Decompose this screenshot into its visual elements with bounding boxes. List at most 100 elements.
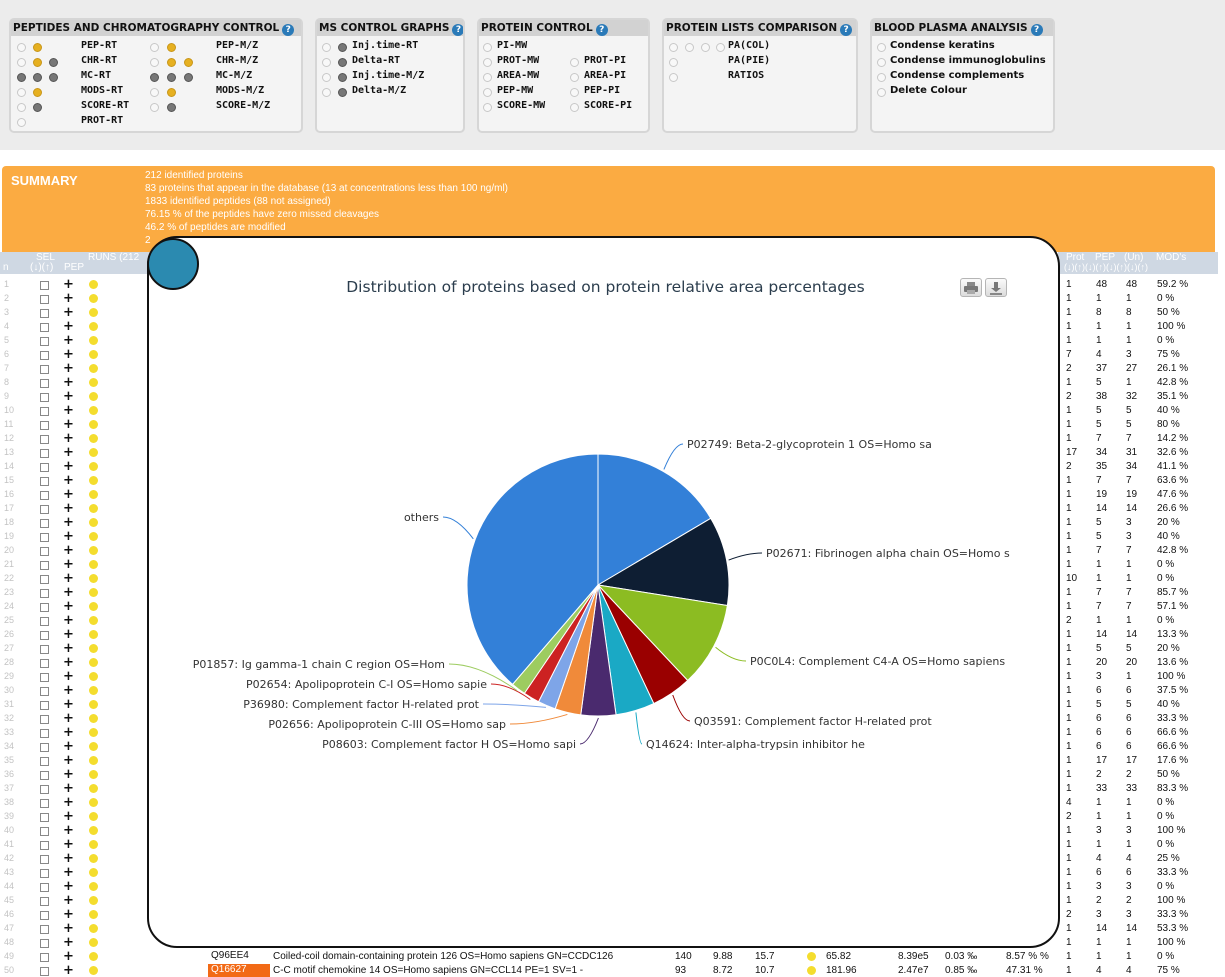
expand-peptides-icon[interactable]: + bbox=[63, 921, 74, 936]
select-checkbox[interactable] bbox=[40, 771, 49, 780]
expand-peptides-icon[interactable]: + bbox=[63, 305, 74, 320]
pep-option-radio[interactable] bbox=[17, 103, 26, 112]
lists-option-radio[interactable] bbox=[685, 43, 694, 52]
select-checkbox[interactable] bbox=[40, 729, 49, 738]
expand-peptides-icon[interactable]: + bbox=[63, 697, 74, 712]
expand-peptides-icon[interactable]: + bbox=[63, 459, 74, 474]
protein-option-radio[interactable] bbox=[483, 103, 492, 112]
select-checkbox[interactable] bbox=[40, 393, 49, 402]
protein-option-pep-pi[interactable]: PEP-PI bbox=[584, 85, 620, 96]
select-checkbox[interactable] bbox=[40, 561, 49, 570]
select-checkbox[interactable] bbox=[40, 911, 49, 920]
expand-peptides-icon[interactable]: + bbox=[63, 865, 74, 880]
header-sort-arrows[interactable]: (↓)(↑)(↓)(↑)(↓)(↑)(↓)(↑) bbox=[1064, 262, 1148, 272]
expand-peptides-icon[interactable]: + bbox=[63, 613, 74, 628]
ms-option-radio[interactable] bbox=[338, 88, 347, 97]
select-checkbox[interactable] bbox=[40, 883, 49, 892]
pep-option-radio[interactable] bbox=[167, 88, 176, 97]
expand-peptides-icon[interactable]: + bbox=[63, 599, 74, 614]
protein-option-radio[interactable] bbox=[483, 58, 492, 67]
select-checkbox[interactable] bbox=[40, 757, 49, 766]
expand-peptides-icon[interactable]: + bbox=[63, 823, 74, 838]
help-icon[interactable]: ? bbox=[452, 24, 463, 36]
protein-option-score-mw[interactable]: SCORE-MW bbox=[497, 100, 545, 111]
select-checkbox[interactable] bbox=[40, 421, 49, 430]
expand-peptides-icon[interactable]: + bbox=[63, 725, 74, 740]
select-checkbox[interactable] bbox=[40, 631, 49, 640]
select-checkbox[interactable] bbox=[40, 603, 49, 612]
pep-option-prot-rt[interactable]: PROT-RT bbox=[81, 115, 123, 126]
protein-option-radio[interactable] bbox=[570, 73, 579, 82]
protein-option-radio[interactable] bbox=[483, 88, 492, 97]
expand-peptides-icon[interactable]: + bbox=[63, 347, 74, 362]
expand-peptides-icon[interactable]: + bbox=[63, 851, 74, 866]
ms-option-radio[interactable] bbox=[322, 73, 331, 82]
pep-option-score-rt[interactable]: SCORE-RT bbox=[81, 100, 129, 111]
ms-option-0[interactable]: Inj.time-RT bbox=[352, 40, 418, 51]
protein-accession-link[interactable]: Q96EE4 bbox=[208, 950, 270, 963]
protein-option-radio[interactable] bbox=[570, 88, 579, 97]
select-checkbox[interactable] bbox=[40, 841, 49, 850]
expand-peptides-icon[interactable]: + bbox=[63, 389, 74, 404]
expand-peptides-icon[interactable]: + bbox=[63, 333, 74, 348]
pep-option-mc-rt[interactable]: MC-RT bbox=[81, 70, 111, 81]
protein-option-radio[interactable] bbox=[483, 73, 492, 82]
pep-option-radio[interactable] bbox=[17, 88, 26, 97]
pep-option-radio[interactable] bbox=[17, 118, 26, 127]
expand-peptides-icon[interactable]: + bbox=[63, 795, 74, 810]
header-mods[interactable]: MOD's bbox=[1156, 252, 1186, 263]
pep-option-radio[interactable] bbox=[17, 73, 26, 82]
header-pep[interactable]: PEP bbox=[64, 262, 84, 273]
expand-peptides-icon[interactable]: + bbox=[63, 277, 74, 292]
expand-peptides-icon[interactable]: + bbox=[63, 753, 74, 768]
pep-option-pep-mz[interactable]: PEP-M/Z bbox=[216, 40, 258, 51]
select-checkbox[interactable] bbox=[40, 323, 49, 332]
ms-option-1[interactable]: Delta-RT bbox=[352, 55, 400, 66]
select-checkbox[interactable] bbox=[40, 715, 49, 724]
expand-peptides-icon[interactable]: + bbox=[63, 543, 74, 558]
select-checkbox[interactable] bbox=[40, 547, 49, 556]
pep-option-radio[interactable] bbox=[33, 43, 42, 52]
select-checkbox[interactable] bbox=[40, 939, 49, 948]
select-checkbox[interactable] bbox=[40, 743, 49, 752]
help-icon[interactable]: ? bbox=[840, 24, 853, 36]
ms-option-radio[interactable] bbox=[322, 58, 331, 67]
expand-peptides-icon[interactable]: + bbox=[63, 641, 74, 656]
expand-peptides-icon[interactable]: + bbox=[63, 655, 74, 670]
expand-peptides-icon[interactable]: + bbox=[63, 557, 74, 572]
select-checkbox[interactable] bbox=[40, 785, 49, 794]
blood-option-1[interactable]: Condense immunoglobulins bbox=[890, 55, 1046, 66]
protein-option-pi-mw[interactable]: PI-MW bbox=[497, 40, 527, 51]
expand-peptides-icon[interactable]: + bbox=[63, 907, 74, 922]
pep-option-chr-rt[interactable]: CHR-RT bbox=[81, 55, 117, 66]
select-checkbox[interactable] bbox=[40, 813, 49, 822]
expand-peptides-icon[interactable]: + bbox=[63, 781, 74, 796]
blood-option-2[interactable]: Condense complements bbox=[890, 70, 1024, 81]
protein-option-score-pi[interactable]: SCORE-PI bbox=[584, 100, 632, 111]
blood-option-radio[interactable] bbox=[877, 43, 886, 52]
select-checkbox[interactable] bbox=[40, 645, 49, 654]
expand-peptides-icon[interactable]: + bbox=[63, 711, 74, 726]
pep-option-radio[interactable] bbox=[33, 103, 42, 112]
select-checkbox[interactable] bbox=[40, 897, 49, 906]
expand-peptides-icon[interactable]: + bbox=[63, 683, 74, 698]
blood-option-0[interactable]: Condense keratins bbox=[890, 40, 995, 51]
select-checkbox[interactable] bbox=[40, 799, 49, 808]
select-checkbox[interactable] bbox=[40, 337, 49, 346]
expand-peptides-icon[interactable]: + bbox=[63, 431, 74, 446]
ms-option-radio[interactable] bbox=[338, 43, 347, 52]
expand-peptides-icon[interactable]: + bbox=[63, 361, 74, 376]
expand-peptides-icon[interactable]: + bbox=[63, 515, 74, 530]
select-checkbox[interactable] bbox=[40, 295, 49, 304]
pep-option-radio[interactable] bbox=[167, 43, 176, 52]
protein-option-radio[interactable] bbox=[570, 58, 579, 67]
protein-option-prot-mw[interactable]: PROT-MW bbox=[497, 55, 539, 66]
protein-option-area-mw[interactable]: AREA-MW bbox=[497, 70, 539, 81]
ms-option-3[interactable]: Delta-M/Z bbox=[352, 85, 406, 96]
select-checkbox[interactable] bbox=[40, 617, 49, 626]
expand-peptides-icon[interactable]: + bbox=[63, 879, 74, 894]
select-checkbox[interactable] bbox=[40, 687, 49, 696]
select-checkbox[interactable] bbox=[40, 589, 49, 598]
select-checkbox[interactable] bbox=[40, 505, 49, 514]
select-checkbox[interactable] bbox=[40, 407, 49, 416]
